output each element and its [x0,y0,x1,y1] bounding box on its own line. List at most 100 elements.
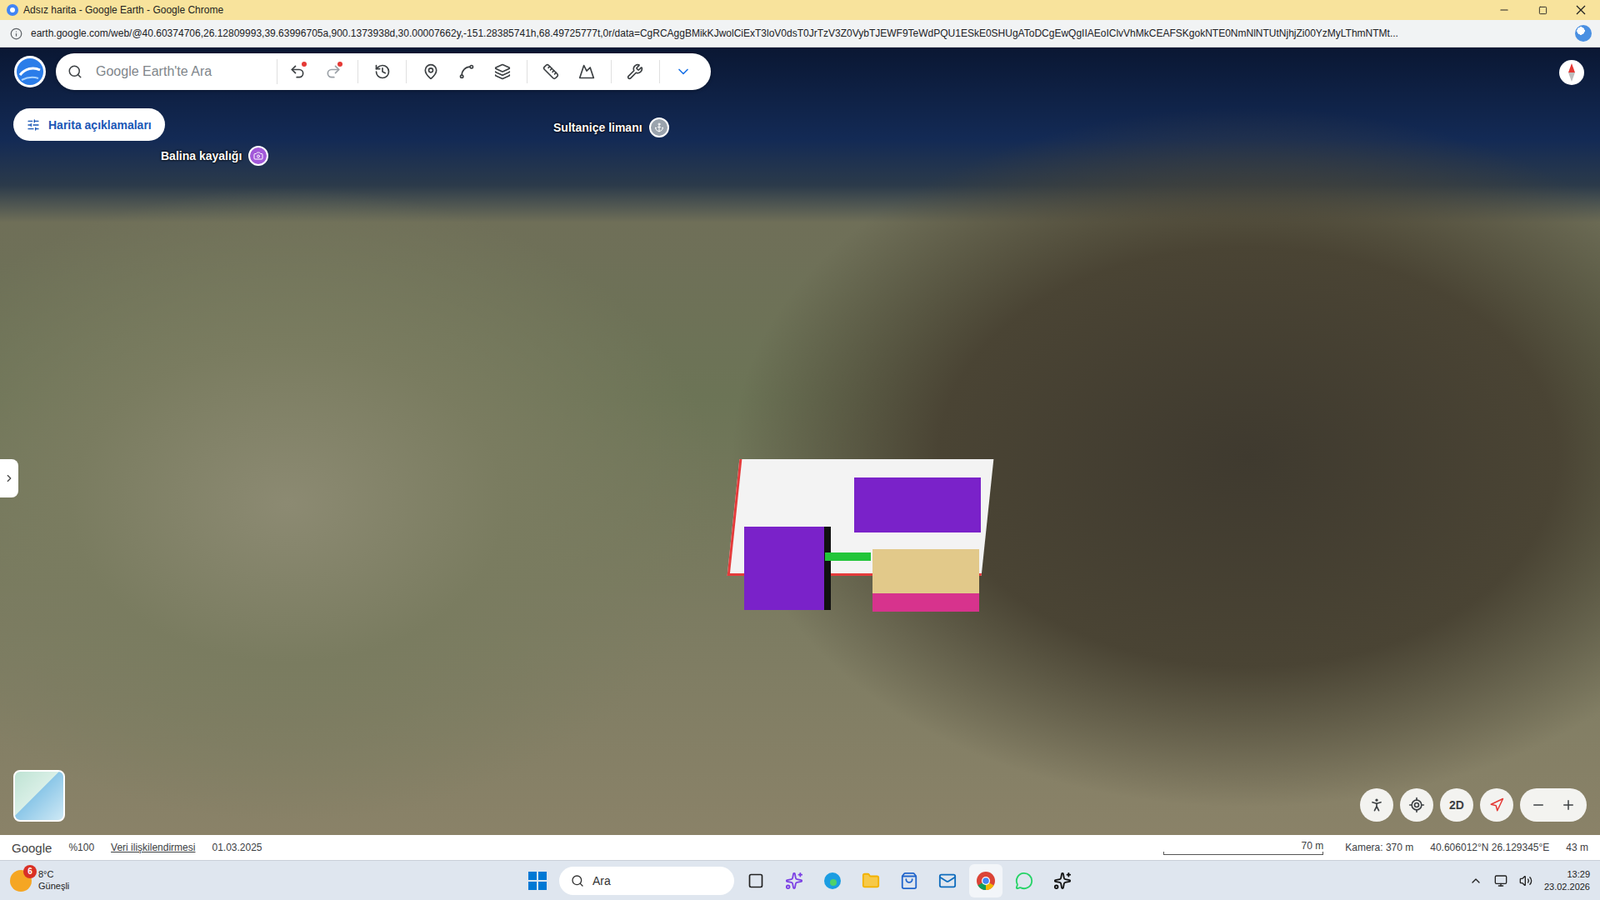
place-label[interactable]: Sultaniçe limanı [553,117,670,138]
compass-icon [1558,59,1585,86]
building-model [872,593,980,612]
ruler-icon [542,63,560,80]
tools-icon [626,63,644,80]
minimize-button[interactable] [1485,0,1524,20]
title-bar: Adsız harita - Google Earth - Google Chr… [0,0,1600,20]
place-icon [253,150,264,161]
close-button[interactable] [1561,0,1600,20]
network-icon[interactable] [1494,874,1508,888]
task-view-button[interactable] [739,864,773,898]
minus-icon [1530,797,1546,813]
m365-button[interactable] [777,864,811,898]
search-icon [67,64,83,80]
place-marker [248,145,269,166]
chrome-icon [975,870,996,891]
place-marker [649,117,670,138]
minimize-icon [1498,4,1510,16]
task-view-icon [747,872,765,890]
windows-icon [528,871,547,890]
legend-icon [26,118,40,132]
map-style-button[interactable] [571,55,603,89]
store-icon [900,871,919,890]
start-button[interactable] [520,864,555,898]
globe-logo-icon [13,55,47,89]
whatsapp-button[interactable] [1007,864,1041,898]
taskbar-search[interactable]: Ara [559,866,735,895]
orientation-button[interactable] [1480,788,1514,822]
address-bar: earth.google.com/web/@40.60374706,26.128… [0,20,1600,48]
compass-button[interactable] [1558,47,1585,75]
zoom-level: %100 [68,841,95,854]
placemark-button[interactable] [415,55,446,89]
layers-button[interactable] [486,55,518,89]
edge-icon [823,871,842,890]
taskbar-apps: Ara [520,864,1080,898]
zoom-controls [1520,788,1587,822]
imagery-date: 01.03.2025 [211,841,262,854]
place-icon [654,122,665,133]
profile-icon[interactable] [1575,25,1592,42]
volume-icon[interactable] [1519,874,1533,888]
chevron-right-icon [3,472,15,485]
folder-icon [861,871,880,890]
map-style-icon [578,63,595,80]
attribution-link[interactable]: Veri ilişkilendirmesi [110,841,195,854]
history-icon [374,63,391,80]
scale-bar: 70 m [1163,840,1324,855]
earth-logo[interactable] [13,55,47,89]
legend-button[interactable]: Harita açıklamaları [13,108,165,141]
building-model [744,526,825,610]
search-icon [570,874,585,888]
earth-view[interactable]: Sultaniçe limanı Balina kayalığı Google Ea… [0,47,1600,835]
layers-icon [494,63,511,80]
notification-badge: 6 [23,865,37,879]
restore-icon [1538,5,1548,15]
pegman-icon [1368,796,1385,814]
explorer-button[interactable] [854,864,888,898]
status-bar: Google%100Veri ilişkilendirmesi01.03.202… [0,835,1600,860]
restore-button[interactable] [1523,0,1562,20]
tools-button[interactable] [620,55,651,89]
locate-icon [1408,796,1425,814]
redo-button[interactable] [318,55,350,89]
outlook-button[interactable] [930,864,965,898]
history-button[interactable] [366,55,398,89]
coordinates: 40.606012°N 26.129345°E [1430,841,1550,854]
url-field[interactable]: earth.google.com/web/@40.60374706,26.128… [30,27,1567,40]
store-button[interactable] [892,864,926,898]
mail-icon [938,871,957,890]
chatgpt-button[interactable] [1045,864,1080,898]
minimap[interactable] [13,770,65,822]
place-label[interactable]: Balina kayalığı [160,145,269,166]
chevron-down-icon [675,63,692,80]
street-view-button[interactable] [1360,788,1394,822]
map-controls: 2D [1360,788,1587,822]
view-mode-button[interactable]: 2D [1440,788,1474,822]
chrome-button[interactable] [969,864,1003,898]
path-button[interactable] [450,55,482,89]
more-button[interactable] [668,55,700,89]
google-earth-chrome-window: Adsız harita - Google Earth - Google Chr… [0,0,1600,900]
zoom-out-button[interactable] [1525,788,1552,822]
chrome-icon [6,4,19,16]
building-model [854,477,981,533]
chevron-up-icon[interactable] [1469,874,1483,888]
search-toolbar: Google Earth'te Ara [55,53,711,90]
system-tray: 13:2923.02.2026 [1079,868,1590,894]
weather-widget[interactable]: 68°CGüneşli [10,869,521,893]
pin-icon [422,63,440,80]
plus-icon [1560,797,1576,813]
clock[interactable]: 13:2923.02.2026 [1544,868,1590,894]
building-model [825,552,871,561]
side-panel-toggle[interactable] [0,459,19,498]
elevation: 43 m [1565,841,1589,854]
undo-button[interactable] [282,55,314,89]
close-icon [1575,5,1586,15]
locate-button[interactable] [1400,788,1434,822]
measure-button[interactable] [535,55,566,89]
site-info-icon[interactable] [10,27,23,40]
sun-icon: 6 [10,870,32,892]
edge-button[interactable] [815,864,850,898]
zoom-in-button[interactable] [1555,788,1582,822]
search-field[interactable]: Google Earth'te Ara [67,59,278,85]
